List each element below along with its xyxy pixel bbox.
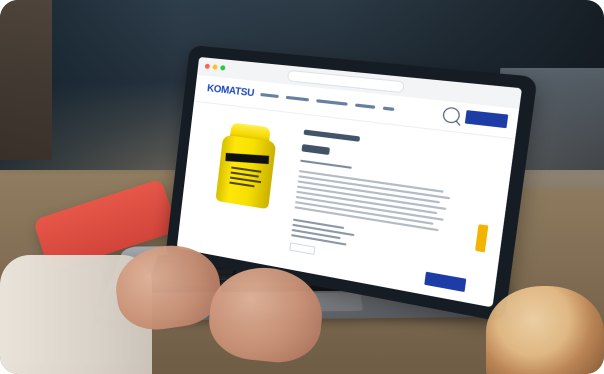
jar-text-line xyxy=(229,181,255,188)
photo-frame: KOMATSU xyxy=(0,0,604,374)
product-title-line xyxy=(303,129,361,142)
left-window-pillar xyxy=(0,0,52,160)
add-to-cart-button xyxy=(424,271,467,293)
nav-item xyxy=(316,99,348,106)
nav-item xyxy=(354,103,376,109)
quantity-box xyxy=(289,242,316,255)
browser-dot xyxy=(212,64,218,70)
price-line xyxy=(301,144,330,156)
small-link-line xyxy=(300,159,352,169)
product-details xyxy=(288,127,492,295)
cart-button xyxy=(464,110,509,129)
search-icon xyxy=(441,106,461,124)
nav-item xyxy=(285,95,310,102)
jar-brand-band xyxy=(225,152,270,165)
side-tab xyxy=(474,224,489,253)
product-jar-image xyxy=(215,122,280,211)
brand-logo: KOMATSU xyxy=(206,83,255,100)
nav-item xyxy=(382,106,395,112)
nav-item xyxy=(260,92,279,99)
cafe-scene: KOMATSU xyxy=(0,0,604,374)
coffee-cup xyxy=(486,286,604,374)
browser-dot xyxy=(204,63,211,70)
browser-dot xyxy=(220,65,226,71)
jar-body xyxy=(215,134,277,210)
